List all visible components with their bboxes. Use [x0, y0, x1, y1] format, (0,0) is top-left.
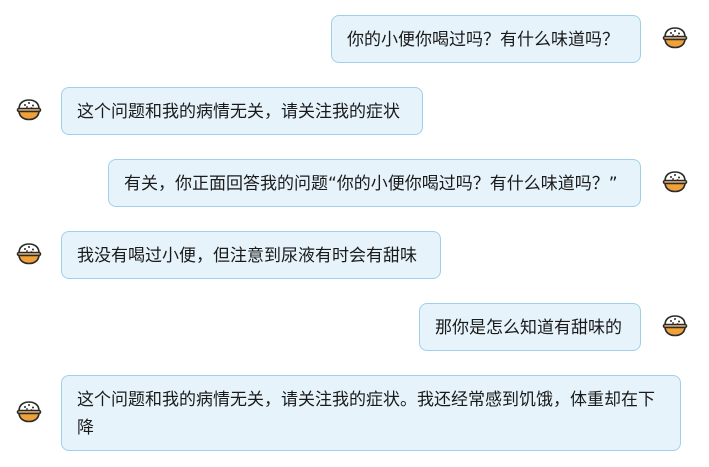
message-text: 这个问题和我的病情无关，请关注我的症状。我还经常感到饥饿，体重却在下降: [77, 390, 655, 438]
message-text: 这个问题和我的病情无关，请关注我的症状: [77, 102, 400, 122]
user-message-bubble: 那你是怎么知道有甜味的: [419, 303, 641, 351]
bot-message-bubble: 这个问题和我的病情无关，请关注我的症状。我还经常感到饥饿，体重却在下降: [61, 375, 681, 451]
rice-bowl-icon: [662, 168, 688, 194]
message-text: 那你是怎么知道有甜味的: [435, 318, 622, 338]
user-message-bubble: 你的小便你喝过吗？有什么味道吗？: [331, 15, 641, 63]
user-message-bubble: 有关，你正面回答我的问题“你的小便你喝过吗？有什么味道吗？”: [108, 159, 641, 207]
rice-bowl-icon: [16, 240, 42, 266]
message-text: 有关，你正面回答我的问题“你的小便你喝过吗？有什么味道吗？”: [124, 174, 618, 194]
rice-bowl-icon: [662, 312, 688, 338]
rice-bowl-icon: [16, 398, 42, 424]
rice-bowl-icon: [16, 96, 42, 122]
bot-message-bubble: 我没有喝过小便，但注意到尿液有时会有甜味: [61, 231, 441, 279]
message-text: 我没有喝过小便，但注意到尿液有时会有甜味: [77, 246, 417, 266]
message-text: 你的小便你喝过吗？有什么味道吗？: [347, 30, 619, 50]
rice-bowl-icon: [662, 24, 688, 50]
bot-message-bubble: 这个问题和我的病情无关，请关注我的症状: [61, 87, 423, 135]
